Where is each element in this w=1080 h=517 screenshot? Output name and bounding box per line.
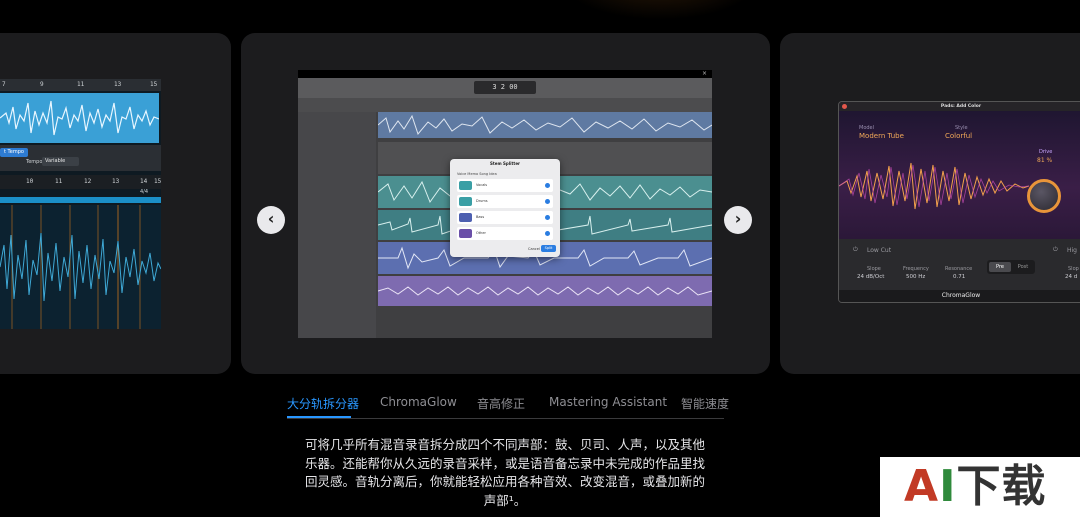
carousel-next-button[interactable]: › (724, 206, 752, 234)
logic-editor-screenshot: 7 9 11 13 15 t Tempo Tempo Variable 10 1… (0, 79, 161, 329)
stem-splitter-screenshot: × 3 2 00 Stem Splitter Voice Memo Song I… (298, 70, 712, 338)
tab-smart-tempo[interactable]: 智能速度 (681, 395, 729, 412)
feature-description: 可将几乎所有混音录音拆分成四个不同声部：鼓、贝司、人声，以及其他乐器。还能帮你从… (304, 437, 705, 508)
frequency-value[interactable]: 500 Hz (906, 274, 925, 280)
split-button[interactable]: Split (541, 245, 556, 252)
region-header (0, 197, 161, 203)
slope-value[interactable]: 24 dB/Oct (857, 274, 884, 280)
slope-label: Slope (867, 266, 881, 272)
drive-knob[interactable] (1027, 179, 1061, 213)
time-signature: 4/4 (140, 189, 149, 195)
tempo-chip[interactable]: t Tempo (0, 148, 28, 157)
guitar-icon (459, 213, 472, 222)
power-icon[interactable]: ⏻ (853, 246, 858, 254)
track-lane (377, 112, 712, 138)
chevron-left-icon: ‹ (267, 209, 275, 228)
ruler-tick: 7 (2, 81, 6, 88)
drive-value: 81 % (1037, 157, 1053, 164)
resonance-label: Resonance (945, 266, 973, 272)
tempo-select[interactable]: Variable (42, 157, 79, 166)
ruler-tick: 9 (40, 81, 44, 88)
ruler-tick: 15 (150, 81, 158, 88)
stem-label: Drums (476, 199, 488, 203)
background-glow (560, 0, 760, 20)
audio-region-detail (0, 205, 161, 329)
carousel-card-next[interactable]: Pads: Add Color Model Modern Tube Style … (780, 33, 1080, 374)
ruler-tick: 12 (84, 178, 92, 185)
waveform-detail (0, 205, 161, 329)
checkbox-checked[interactable] (545, 231, 550, 236)
stem-label: Vocals (476, 183, 488, 187)
chromaglow-plugin-window: Pads: Add Color Model Modern Tube Style … (838, 101, 1080, 303)
close-icon: × (701, 70, 707, 77)
microphone-icon (459, 181, 472, 190)
stem-option-vocals[interactable]: Vocals (457, 179, 553, 192)
timeline-ruler: 7 9 11 13 15 (0, 79, 161, 91)
carousel-card-previous[interactable]: 7 9 11 13 15 t Tempo Tempo Variable 10 1… (0, 33, 231, 374)
slope-label-right: Slop (1068, 266, 1079, 272)
checkbox-checked[interactable] (545, 183, 550, 188)
stem-option-bass[interactable]: Bass (457, 211, 553, 224)
drum-icon (459, 197, 472, 206)
watermark-text: AI下载 (904, 461, 1047, 512)
dialog-title: Stem Splitter (489, 161, 521, 166)
chevron-right-icon: › (734, 209, 742, 228)
checkbox-checked[interactable] (545, 199, 550, 204)
plugin-display: Model Modern Tube Style Colorful Drive 8… (839, 111, 1080, 239)
tempo-label: Tempo (26, 159, 43, 165)
ruler-tick: 10 (26, 178, 34, 185)
plugin-titlebar: Pads: Add Color (839, 102, 1080, 111)
model-select[interactable]: Modern Tube (859, 132, 904, 140)
ruler-tick: 13 (114, 81, 122, 88)
track-lane (377, 276, 712, 306)
tab-chromaglow[interactable]: ChromaGlow (380, 395, 457, 409)
watermark-logo: AI下载 (880, 457, 1080, 517)
cancel-button[interactable]: Cancel (528, 247, 540, 251)
dialog-subtitle: Voice Memo Song Idea (457, 172, 497, 176)
timeline-ruler-2: 10 11 12 13 14 15 (0, 175, 161, 189)
stem-label: Bass (476, 215, 485, 219)
carousel-card-active[interactable]: × 3 2 00 Stem Splitter Voice Memo Song I… (241, 33, 770, 374)
ruler-tick: 15 (154, 178, 161, 185)
frequency-label: Frequency (903, 266, 929, 272)
plugin-footer: ChromaGlow (839, 290, 1080, 302)
tab-stem-splitter[interactable]: 大分轨拆分器 (287, 395, 359, 412)
carousel-prev-button[interactable]: ‹ (257, 206, 285, 234)
stem-splitter-dialog: Stem Splitter Voice Memo Song Idea Vocal… (450, 159, 560, 257)
ruler-tick: 11 (77, 81, 85, 88)
power-icon[interactable]: ⏻ (1053, 246, 1058, 254)
lowcut-label: Low Cut (867, 247, 892, 254)
track-headers (298, 112, 376, 338)
active-tab-indicator (287, 416, 351, 418)
waveform-icon (459, 229, 472, 238)
model-label: Model (859, 125, 875, 131)
stem-option-drums[interactable]: Drums (457, 195, 553, 208)
waveform (0, 100, 160, 136)
ruler-tick: 13 (112, 178, 120, 185)
pre-option[interactable]: Pre (989, 262, 1011, 272)
resonance-value[interactable]: 0.71 (953, 274, 965, 280)
lcd-display: 3 2 00 (474, 81, 536, 94)
ruler-tick: 14 (140, 178, 148, 185)
audio-region (0, 93, 160, 143)
post-option[interactable]: Post (1013, 262, 1033, 272)
tab-pitch-correction[interactable]: 音高修正 (477, 395, 525, 412)
editor-subbar (298, 98, 712, 112)
high-label: Hig (1067, 247, 1077, 254)
pre-post-toggle[interactable]: Pre Post (987, 260, 1035, 274)
stem-option-other[interactable]: Other (457, 227, 553, 240)
drive-label: Drive (1039, 149, 1053, 155)
saturation-visualizer (839, 162, 1029, 210)
slope-value-right[interactable]: 24 d (1065, 274, 1077, 280)
window-topbar: × (298, 70, 712, 78)
checkbox-checked[interactable] (545, 215, 550, 220)
style-label: Style (955, 125, 968, 131)
ruler-tick: 11 (55, 178, 63, 185)
feature-tabs: 大分轨拆分器 ChromaGlow 音高修正 Mastering Assista… (287, 390, 729, 419)
tab-mastering-assistant[interactable]: Mastering Assistant (549, 395, 667, 409)
style-select[interactable]: Colorful (945, 132, 972, 140)
plugin-title: Pads: Add Color (940, 104, 982, 109)
stem-label: Other (476, 231, 486, 235)
